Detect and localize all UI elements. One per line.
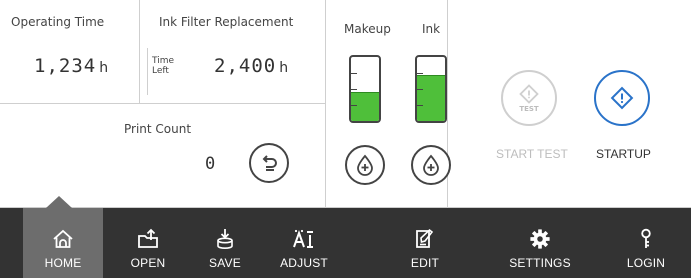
edit-icon xyxy=(416,228,434,248)
start-test-label: START TEST xyxy=(496,147,568,161)
nav-adjust[interactable]: ADJUST xyxy=(262,208,346,278)
home-icon xyxy=(53,229,73,248)
nav-save[interactable]: SAVE xyxy=(190,208,260,278)
gauge-tick xyxy=(351,73,357,74)
gauge-tick xyxy=(417,105,423,106)
operating-time-number: 1,234 xyxy=(34,55,97,77)
bottom-nav: HOME OPEN SAVE ADJUST EDIT SETTINGS LOGI… xyxy=(0,208,691,278)
nav-home-label: HOME xyxy=(44,256,82,270)
ink-filter-title: Ink Filter Replacement xyxy=(159,15,294,29)
adjust-icon xyxy=(293,229,313,248)
add-drop-icon xyxy=(423,154,439,176)
makeup-label: Makeup xyxy=(344,22,391,36)
operating-time-value: 1,234 h xyxy=(34,55,109,77)
nav-login[interactable]: LOGIN xyxy=(612,208,680,278)
start-test-content: TEST xyxy=(519,83,539,113)
add-drop-icon xyxy=(357,154,373,176)
add-ink-button[interactable] xyxy=(411,145,451,185)
nav-adjust-label: ADJUST xyxy=(280,256,328,270)
ink-filter-value: 2,400 h xyxy=(214,55,289,77)
active-tab-indicator xyxy=(46,196,72,208)
operating-time-label: Operating Time xyxy=(11,15,105,29)
print-count-value: 0 xyxy=(205,154,217,174)
divider xyxy=(0,103,325,104)
nav-open[interactable]: OPEN xyxy=(112,208,184,278)
nav-edit[interactable]: EDIT xyxy=(397,208,453,278)
key-icon xyxy=(641,228,651,248)
ink-level xyxy=(417,74,445,121)
time-left-line2: Left xyxy=(152,66,169,76)
gauge-tick xyxy=(417,89,423,90)
ink-filter-unit: h xyxy=(279,60,290,76)
makeup-level xyxy=(351,92,379,121)
nav-settings-label: SETTINGS xyxy=(509,256,571,270)
save-icon xyxy=(217,229,233,249)
nav-open-label: OPEN xyxy=(130,256,166,270)
status-panel: Operating Time 1,234 h Ink Filter Replace… xyxy=(0,0,691,208)
add-makeup-button[interactable] xyxy=(345,145,385,185)
divider xyxy=(147,48,148,95)
ink-tank-gauge xyxy=(415,55,447,123)
startup-label: STARTUP xyxy=(596,147,651,161)
open-folder-icon xyxy=(138,228,158,248)
test-badge: TEST xyxy=(519,104,539,113)
reset-count-button[interactable] xyxy=(249,143,289,183)
reset-icon xyxy=(262,155,277,171)
nav-settings[interactable]: SETTINGS xyxy=(498,208,582,278)
operating-time-unit: h xyxy=(99,60,110,76)
diamond-start-icon xyxy=(519,83,539,104)
gear-icon xyxy=(530,229,550,249)
start-test-button[interactable]: TEST xyxy=(501,70,557,126)
makeup-tank-gauge xyxy=(349,55,381,123)
time-left-label: Time Left xyxy=(152,56,174,76)
ink-label: Ink xyxy=(422,22,441,36)
divider xyxy=(325,0,326,208)
gauge-tick xyxy=(351,89,357,90)
gauge-tick xyxy=(351,105,357,106)
diamond-start-icon xyxy=(610,86,634,110)
gauge-tick xyxy=(417,73,423,74)
ink-filter-number: 2,400 xyxy=(214,55,277,77)
nav-home[interactable]: HOME xyxy=(23,208,103,278)
divider xyxy=(139,0,140,103)
time-left-line1: Time xyxy=(152,56,175,66)
startup-button[interactable] xyxy=(594,70,650,126)
nav-save-label: SAVE xyxy=(209,256,241,270)
print-count-label: Print Count xyxy=(124,122,192,136)
nav-edit-label: EDIT xyxy=(410,256,440,270)
nav-login-label: LOGIN xyxy=(626,256,666,270)
